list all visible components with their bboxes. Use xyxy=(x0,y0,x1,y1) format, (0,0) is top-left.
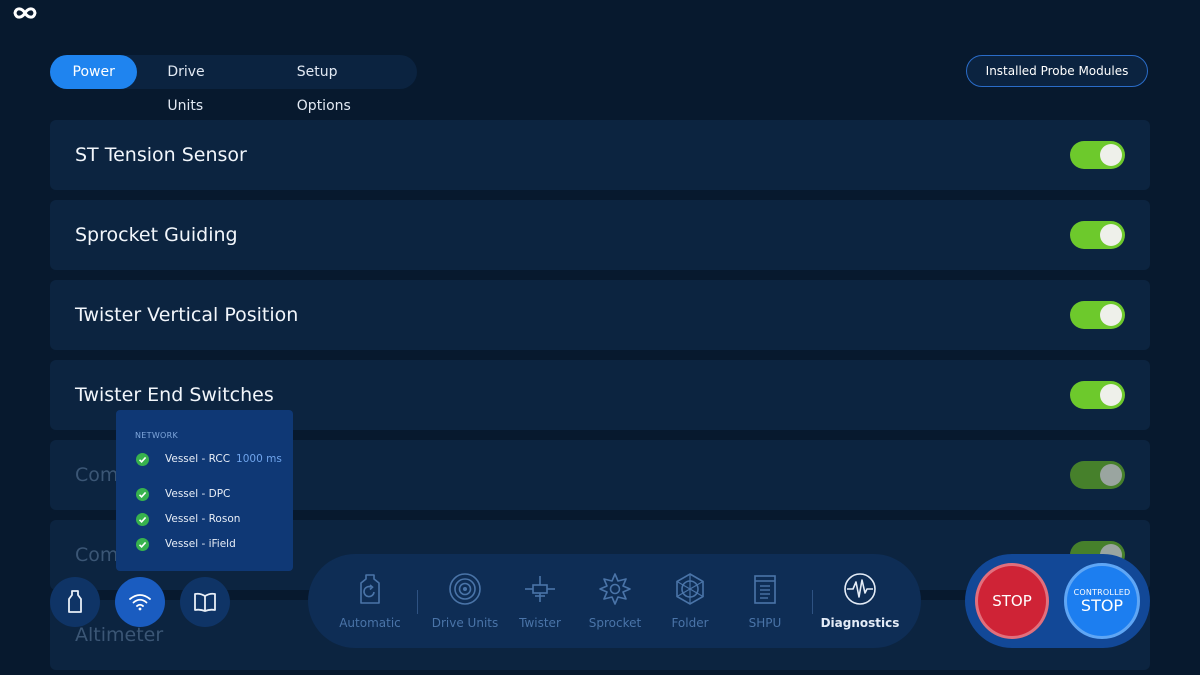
wifi-icon xyxy=(129,594,151,611)
nav-shpu[interactable]: SHPU xyxy=(725,572,805,630)
toggle-knob xyxy=(1100,144,1122,166)
check-icon xyxy=(136,487,149,501)
check-icon xyxy=(136,512,149,526)
network-latency: 1000 ms xyxy=(236,453,282,465)
controlled-stop-label: STOP xyxy=(1080,595,1124,615)
toggle-switch[interactable] xyxy=(1070,381,1125,409)
popup-title: NETWORK xyxy=(135,431,179,440)
toggle-switch[interactable] xyxy=(1070,141,1125,169)
toggle-switch[interactable] xyxy=(1070,301,1125,329)
stop-label: STOP xyxy=(992,592,1032,610)
stop-panel: STOP CONTROLLED STOP xyxy=(965,554,1150,648)
sprocket-icon xyxy=(599,573,631,605)
nav-label: SHPU xyxy=(748,616,782,630)
shpu-icon xyxy=(754,575,776,604)
network-item-label: Vessel - RCC xyxy=(165,453,231,465)
nav-label: Drive Units xyxy=(431,616,499,630)
folder-icon xyxy=(676,573,704,605)
network-popup: NETWORK Vessel - RCC 1000 ms Vessel - DP… xyxy=(116,410,293,571)
nav-sprocket[interactable]: Sprocket xyxy=(575,572,655,630)
toggle-knob xyxy=(1100,224,1122,246)
tab-power[interactable]: Power xyxy=(50,55,138,89)
toggle-knob xyxy=(1100,464,1122,486)
setting-row-st-tension-sensor: ST Tension Sensor xyxy=(50,120,1150,190)
tab-setup-options[interactable]: Setup Options xyxy=(272,55,417,114)
diagnostics-icon xyxy=(844,573,876,605)
tab-drive-units[interactable]: Drive Units xyxy=(137,55,271,114)
setting-row-sprocket-guiding: Sprocket Guiding xyxy=(50,200,1150,270)
bottle-button[interactable] xyxy=(50,577,100,627)
network-item: Vessel - Roson xyxy=(136,511,240,527)
nav-label: Automatic xyxy=(339,616,401,630)
setting-label: Sprocket Guiding xyxy=(75,224,238,246)
check-icon xyxy=(136,537,149,551)
bottle-icon xyxy=(68,590,82,613)
toggle-switch[interactable] xyxy=(1070,461,1125,489)
nav-divider xyxy=(812,590,813,614)
controlled-stop-button[interactable]: CONTROLLED STOP xyxy=(1064,563,1140,639)
setting-label: ST Tension Sensor xyxy=(75,144,247,166)
network-item: Vessel - iField xyxy=(136,536,236,552)
infinity-logo-icon xyxy=(13,7,37,19)
toggle-knob xyxy=(1100,304,1122,326)
nav-label: Sprocket xyxy=(588,616,642,630)
nav-diagnostics[interactable]: Diagnostics xyxy=(820,572,900,630)
toggle-switch[interactable] xyxy=(1070,221,1125,249)
bottom-navigation: Automatic Drive Units Twister Sprocket F… xyxy=(308,554,921,648)
network-item-label: Vessel - iField xyxy=(165,538,236,550)
wifi-button[interactable] xyxy=(115,577,165,627)
nav-automatic[interactable]: Automatic xyxy=(330,572,410,630)
network-item: Vessel - DPC xyxy=(136,486,230,502)
installed-probe-modules-button[interactable]: Installed Probe Modules xyxy=(966,55,1148,87)
network-item-label: Vessel - Roson xyxy=(165,513,241,525)
network-item: Vessel - RCC 1000 ms xyxy=(136,451,282,467)
automatic-icon xyxy=(360,574,380,604)
check-icon xyxy=(136,452,149,466)
setting-row-twister-vertical-position: Twister Vertical Position xyxy=(50,280,1150,350)
nav-label: Twister xyxy=(519,616,561,630)
nav-folder[interactable]: Folder xyxy=(650,572,730,630)
nav-drive-units[interactable]: Drive Units xyxy=(425,572,505,630)
stop-button[interactable]: STOP xyxy=(975,563,1049,639)
nav-label: Diagnostics xyxy=(820,616,900,630)
nav-divider xyxy=(417,590,418,614)
twister-icon xyxy=(525,576,555,602)
network-item-label: Vessel - DPC xyxy=(165,488,231,500)
manual-button[interactable] xyxy=(180,577,230,627)
book-icon xyxy=(194,592,216,612)
nav-twister[interactable]: Twister xyxy=(500,572,580,630)
toggle-knob xyxy=(1100,384,1122,406)
nav-label: Folder xyxy=(671,616,709,630)
tab-bar: Power Drive Units Setup Options xyxy=(50,55,417,114)
drive-units-icon xyxy=(449,573,481,605)
setting-label: Twister Vertical Position xyxy=(75,304,299,326)
